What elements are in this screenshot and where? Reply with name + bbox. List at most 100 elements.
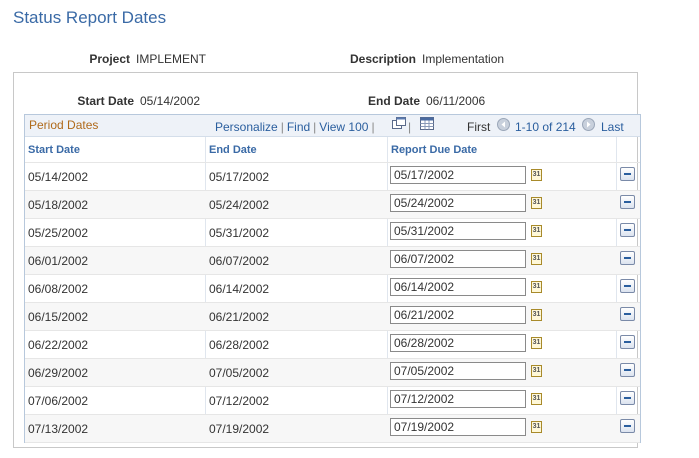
column-header-end-date[interactable]: End Date [209,144,257,156]
delete-row-button[interactable] [620,363,635,377]
grid-title: Period Dates [29,118,99,132]
last-link[interactable]: Last [601,120,624,134]
separator: | [280,120,284,134]
view-100-link[interactable]: View 100 [319,120,368,134]
end-date-cell: 05/24/2002 [209,198,270,212]
report-due-date-input[interactable] [390,362,526,380]
page-title: Status Report Dates [13,8,167,27]
calendar-icon[interactable]: 31 [531,197,542,209]
row-divider [25,302,640,303]
grid-navigation-bar: Period Dates Personalize | Find | View 100 | … [25,115,640,137]
separator: | [371,120,375,134]
row-divider [25,246,640,247]
delete-row-button[interactable] [620,279,635,293]
report-due-date-input[interactable] [390,194,526,212]
table-row: 06/22/2002 06/28/2002 31 [25,330,640,358]
start-date-value: 05/14/2002 [140,94,201,108]
table-row: 05/18/2002 05/24/2002 31 [25,190,640,218]
report-due-date-input[interactable] [390,334,526,352]
project-value: IMPLEMENT [136,52,207,66]
calendar-icon[interactable]: 31 [531,225,542,237]
start-date-cell: 06/08/2002 [28,282,89,296]
row-divider [25,442,640,443]
project-field: Project IMPLEMENT [54,52,206,66]
previous-arrow-icon[interactable] [497,118,510,131]
row-divider [25,190,640,191]
column-header-report-due-date[interactable]: Report Due Date [391,144,477,156]
calendar-icon[interactable]: 31 [531,253,542,265]
calendar-icon[interactable]: 31 [531,309,542,321]
report-due-date-input[interactable] [390,166,526,184]
end-date-field: End Date 06/11/2006 [336,94,485,108]
separator: | [313,120,317,134]
next-arrow-icon[interactable] [582,118,595,131]
start-date-cell: 07/13/2002 [28,422,89,436]
delete-row-button[interactable] [620,391,635,405]
report-due-date-input[interactable] [390,250,526,268]
report-due-date-input[interactable] [390,390,526,408]
calendar-icon[interactable]: 31 [531,337,542,349]
end-date-cell: 06/28/2002 [209,338,270,352]
table-row: 06/15/2002 06/21/2002 31 [25,302,640,330]
table-row: 05/14/2002 05/17/2002 31 [25,162,640,190]
start-date-cell: 06/29/2002 [28,366,89,380]
grid-toolbar: Personalize | Find | View 100 | [215,120,378,134]
delete-row-button[interactable] [620,335,635,349]
start-date-field: Start Date 05/14/2002 [54,94,200,108]
row-divider [25,386,640,387]
row-divider [25,414,640,415]
period-dates-grid: Period Dates Personalize | Find | View 100 | … [24,114,641,443]
delete-row-button[interactable] [620,167,635,181]
start-date-cell: 05/14/2002 [28,170,89,184]
calendar-icon[interactable]: 31 [531,393,542,405]
start-date-cell: 06/01/2002 [28,254,89,268]
delete-row-button[interactable] [620,223,635,237]
project-label: Project [89,52,130,66]
delete-row-button[interactable] [620,307,635,321]
spreadsheet-icon[interactable] [420,117,434,130]
calendar-icon[interactable]: 31 [531,281,542,293]
start-date-cell: 06/15/2002 [28,310,89,324]
row-divider [25,274,640,275]
end-date-cell: 07/05/2002 [209,366,270,380]
description-label: Description [349,52,416,66]
new-window-icon[interactable] [392,117,406,130]
calendar-icon[interactable]: 31 [531,421,542,433]
personalize-link[interactable]: Personalize [215,120,278,134]
end-date-cell: 06/21/2002 [209,310,270,324]
report-due-date-input[interactable] [390,222,526,240]
start-date-label: Start Date [77,94,134,108]
delete-row-button[interactable] [620,195,635,209]
page-range: 1-10 of 214 [515,120,576,134]
end-date-cell: 05/17/2002 [209,170,270,184]
end-date-value: 06/11/2006 [426,94,486,108]
row-divider [25,162,640,163]
end-date-cell: 06/07/2002 [209,254,270,268]
end-date-cell: 07/12/2002 [209,394,270,408]
description-field: Description Implementation [324,52,504,66]
row-divider [25,218,640,219]
row-divider [25,358,640,359]
start-date-cell: 06/22/2002 [28,338,89,352]
report-due-date-input[interactable] [390,306,526,324]
calendar-icon[interactable]: 31 [531,365,542,377]
table-row: 06/08/2002 06/14/2002 31 [25,274,640,302]
end-date-cell: 05/31/2002 [209,226,270,240]
table-row: 07/13/2002 07/19/2002 31 [25,414,640,442]
column-header-start-date[interactable]: Start Date [28,144,80,156]
separator: | [408,120,412,134]
row-divider [25,330,640,331]
delete-row-button[interactable] [620,419,635,433]
find-link[interactable]: Find [287,120,310,134]
table-row: 07/06/2002 07/12/2002 31 [25,386,640,414]
start-date-cell: 05/18/2002 [28,198,89,212]
report-due-date-input[interactable] [390,418,526,436]
calendar-icon[interactable]: 31 [531,169,542,181]
end-date-cell: 07/19/2002 [209,422,270,436]
table-row: 06/01/2002 06/07/2002 31 [25,246,640,274]
start-date-cell: 05/25/2002 [28,226,89,240]
table-row: 06/29/2002 07/05/2002 31 [25,358,640,386]
report-due-date-input[interactable] [390,278,526,296]
delete-row-button[interactable] [620,251,635,265]
first-label: First [467,120,491,134]
